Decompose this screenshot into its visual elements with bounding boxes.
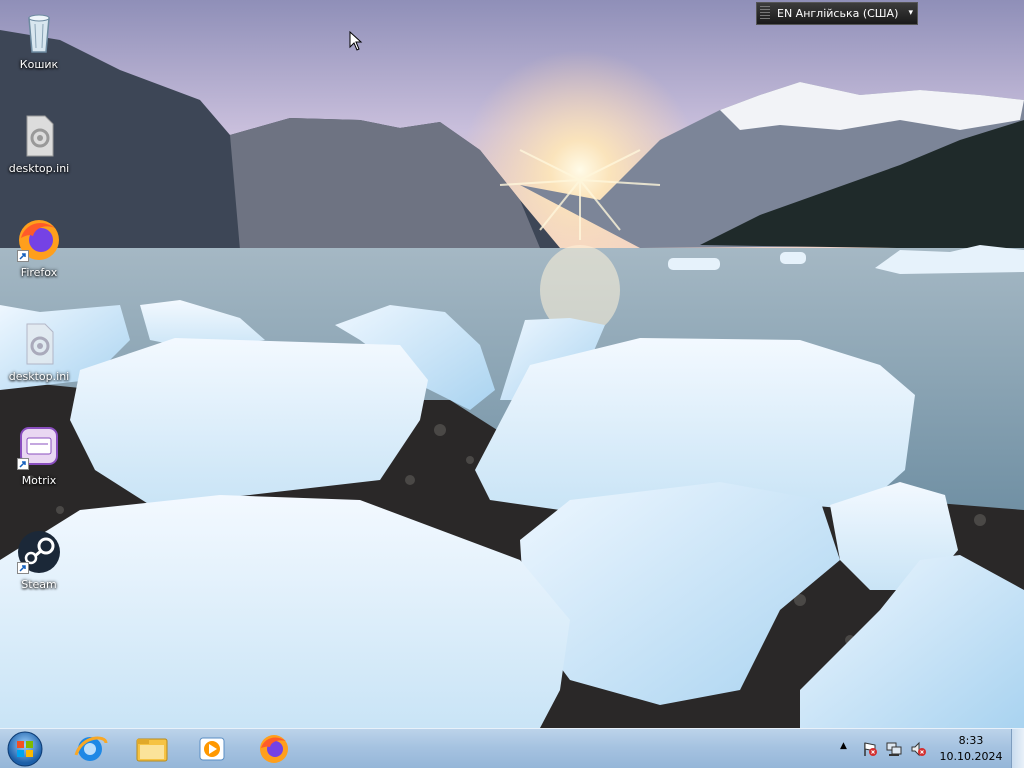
firefox-icon: [15, 216, 63, 264]
taskbar-file-explorer[interactable]: [124, 731, 180, 767]
desktop-icon-desktop-ini-1[interactable]: desktop.ini: [1, 112, 77, 176]
network-icon[interactable]: [886, 741, 902, 757]
desktop-icon-label: Motrix: [21, 474, 57, 487]
firefox-icon: [260, 735, 288, 763]
language-bar-grip[interactable]: [760, 6, 770, 21]
desktop-icon-firefox[interactable]: Firefox: [1, 216, 77, 280]
taskbar: ▲ 8:33 10.10.2024: [0, 728, 1024, 768]
desktop-icon-label: Steam: [21, 578, 57, 591]
shortcut-arrow-icon: [17, 562, 29, 574]
clock-date: 10.10.2024: [939, 750, 1003, 763]
file-explorer-icon: [136, 738, 168, 762]
taskbar-media-player[interactable]: [184, 731, 240, 767]
language-bar[interactable]: EN Англійська (США) ▾: [756, 2, 918, 25]
show-desktop-button[interactable]: [1011, 729, 1024, 768]
desktop-icon-label: desktop.ini: [8, 162, 70, 175]
mouse-cursor-icon: [349, 31, 363, 51]
shortcut-arrow-icon: [17, 250, 29, 262]
clock-time: 8:33: [958, 734, 984, 747]
recycle-bin-icon: [15, 8, 63, 56]
steam-icon: [15, 528, 63, 576]
clock[interactable]: 8:33 10.10.2024: [936, 733, 1006, 765]
language-indicator[interactable]: EN Англійська (США): [777, 3, 898, 24]
desktop-wallpaper: [0, 0, 1024, 728]
desktop-icon-desktop-ini-2[interactable]: desktop.ini: [1, 320, 77, 384]
system-tray: ▲ 8:33 10.10.2024: [836, 729, 1024, 769]
language-bar-options-icon[interactable]: ▾: [908, 3, 913, 24]
taskbar-firefox[interactable]: [246, 731, 302, 767]
taskbar-internet-explorer[interactable]: [62, 731, 118, 767]
start-button[interactable]: [5, 730, 45, 768]
shortcut-arrow-icon: [17, 458, 29, 470]
volume-muted-icon[interactable]: [910, 741, 926, 757]
motrix-icon: [15, 424, 63, 472]
settings-file-icon: [15, 112, 63, 160]
desktop-icon-label: Firefox: [20, 266, 58, 279]
desktop-icon-motrix[interactable]: Motrix: [1, 424, 77, 488]
desktop-icon-label: Кошик: [19, 58, 59, 71]
show-hidden-icons-icon[interactable]: ▲: [840, 741, 847, 751]
desktop-icon-recycle-bin[interactable]: Кошик: [1, 8, 77, 72]
media-player-icon: [199, 737, 225, 761]
action-center-flag-icon[interactable]: [862, 741, 878, 757]
settings-file-icon: [15, 320, 63, 368]
internet-explorer-icon: [74, 736, 108, 761]
windows-logo-icon: [7, 731, 43, 767]
desktop-icon-label: desktop.ini: [8, 370, 70, 383]
desktop-icon-steam[interactable]: Steam: [1, 528, 77, 592]
